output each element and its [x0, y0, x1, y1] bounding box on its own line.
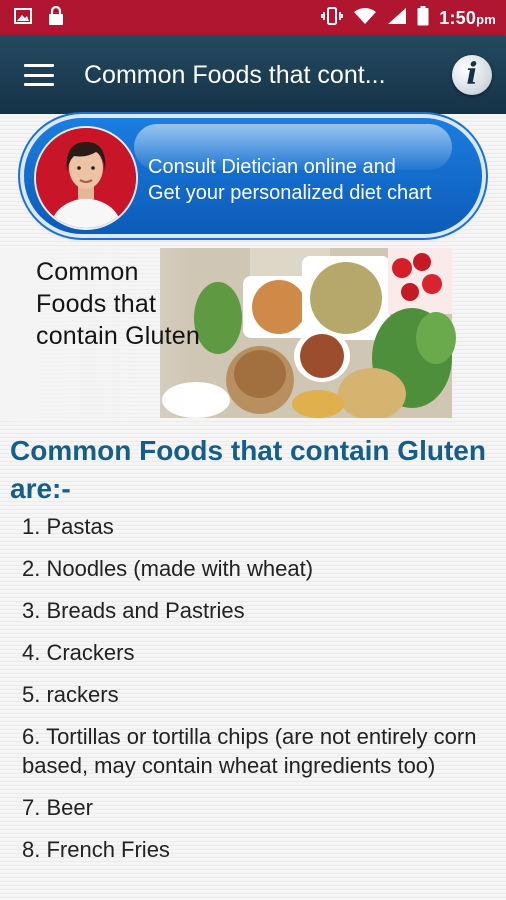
consult-dietician-banner[interactable]: Consult Dietician online and Get your pe…	[24, 118, 482, 234]
hamburger-menu-icon[interactable]	[24, 64, 54, 86]
hero-line2: Foods that	[36, 290, 157, 318]
list-item: 5. rackers	[22, 682, 119, 707]
hero-image: Common Foods that contain Gluten	[0, 248, 506, 420]
status-bar: 1:50pm	[0, 0, 506, 36]
food-list: 1. Pastas 2. Noodles (made with wheat) 3…	[22, 512, 492, 877]
battery-icon	[417, 5, 429, 31]
page-title: Common Foods that cont...	[84, 60, 386, 89]
list-item: 2. Noodles (made with wheat)	[22, 556, 314, 581]
banner-line1: Consult Dietician online and	[148, 156, 396, 178]
banner-line2: Get your personalized diet chart	[148, 182, 432, 204]
vibrate-icon	[321, 6, 344, 30]
list-item: 3. Breads and Pastries	[22, 598, 245, 623]
dietician-avatar	[34, 126, 138, 230]
hero-caption: Common Foods that contain Gluten	[36, 256, 200, 352]
list-item: 6. Tortillas or tortilla chips (are not …	[22, 724, 477, 778]
hero-line3: contain Gluten	[36, 322, 201, 350]
banner-text: Consult Dietician online and Get your pe…	[148, 154, 432, 206]
list-item: 1. Pastas	[22, 514, 114, 539]
content-area[interactable]: Consult Dietician online and Get your pe…	[0, 114, 506, 900]
clock-ampm: pm	[476, 11, 496, 27]
lock-icon	[48, 5, 64, 31]
app-bar: Common Foods that cont... i	[0, 36, 506, 114]
article-heading: Common Foods that contain Gluten are:-	[10, 435, 486, 504]
clock-time: 1:50	[439, 7, 477, 28]
info-button[interactable]: i	[452, 55, 492, 95]
wifi-icon	[353, 7, 377, 30]
status-time: 1:50pm	[439, 8, 496, 29]
info-icon: i	[466, 57, 478, 92]
signal-icon	[387, 7, 407, 30]
image-icon	[14, 7, 32, 29]
list-item: 4. Crackers	[22, 640, 135, 665]
hero-line1: Common	[36, 258, 139, 286]
list-item: 7. Beer	[22, 795, 93, 820]
list-item: 8. French Fries	[22, 837, 170, 862]
